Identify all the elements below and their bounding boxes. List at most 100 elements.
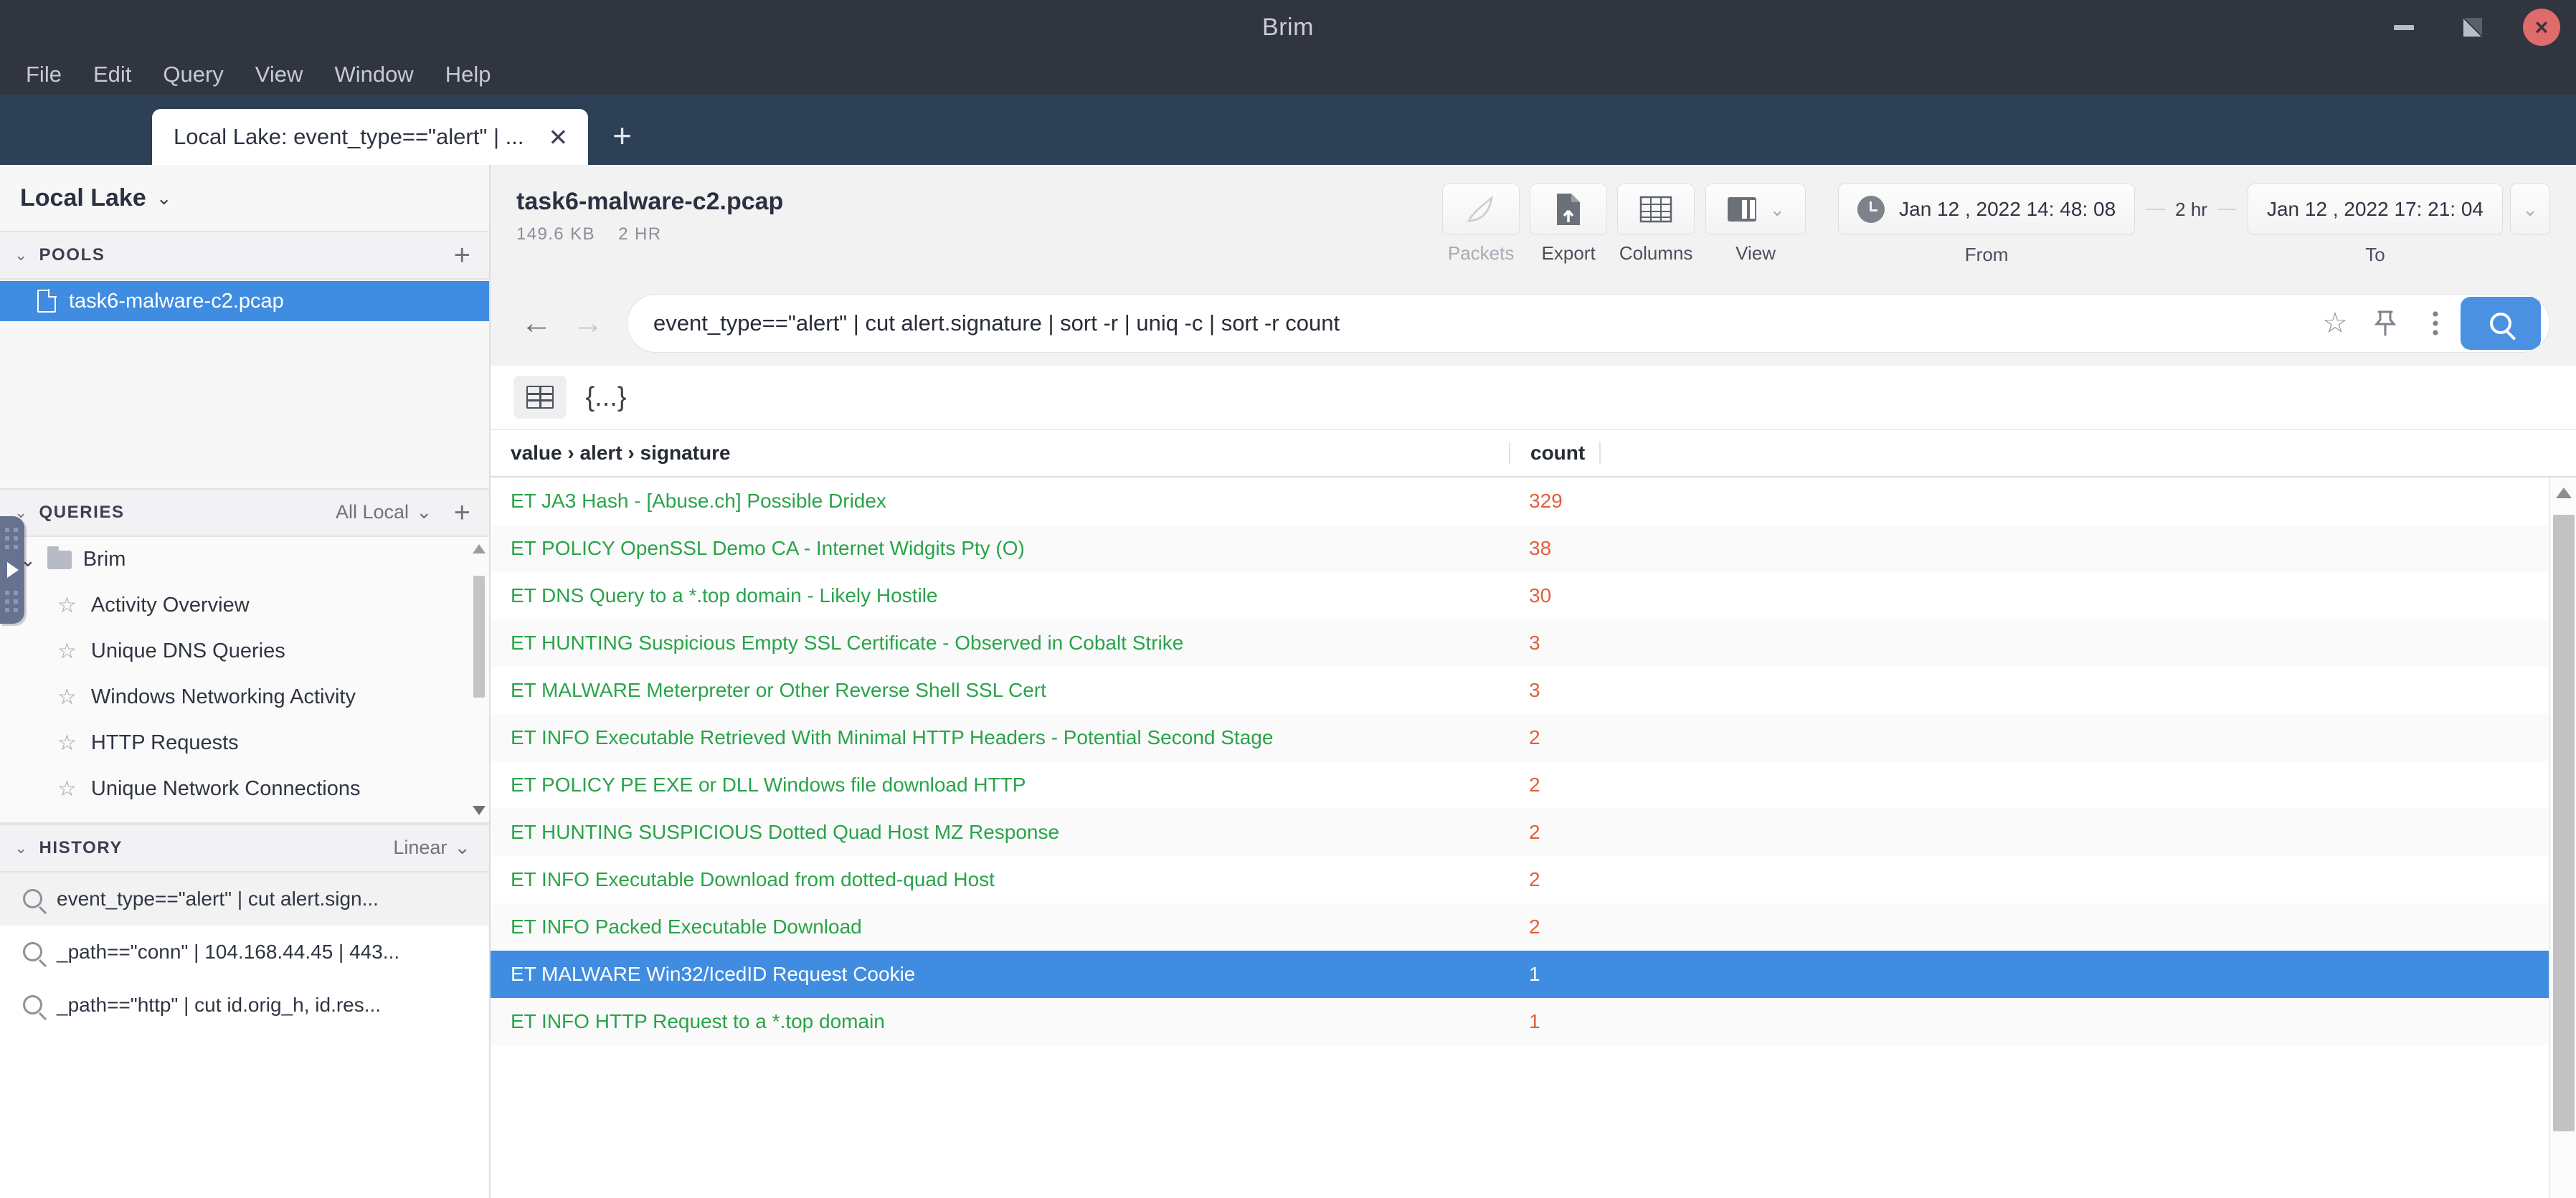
view-box[interactable]: ⌄ — [1705, 184, 1806, 235]
time-to-label: To — [2365, 244, 2385, 265]
column-header-count[interactable]: count — [1509, 442, 1601, 465]
view-button[interactable]: ⌄ View — [1702, 184, 1809, 265]
history-back-button[interactable]: ← — [511, 308, 562, 339]
results-scrollbar-thumb[interactable] — [2553, 515, 2575, 1131]
queries-scrollbar-thumb[interactable] — [473, 575, 485, 698]
history-mode-selector[interactable]: Linear ⌄ — [393, 837, 470, 859]
table-row[interactable]: ET INFO HTTP Request to a *.top domain 1 — [491, 998, 2576, 1045]
query-input-wrapper[interactable]: event_type=="alert" | cut alert.signatur… — [627, 294, 2550, 353]
queries-scrollbar-track[interactable] — [473, 543, 486, 817]
time-range-dropdown-button[interactable]: ⌄ — [2510, 184, 2550, 235]
table-row[interactable]: ET HUNTING SUSPICIOUS Dotted Quad Host M… — [491, 809, 2576, 856]
run-query-button[interactable] — [2461, 297, 2541, 350]
json-view-button[interactable]: {...} — [579, 376, 633, 419]
pools-section-title: POOLS — [39, 245, 105, 265]
pool-meta: 149.6 KB 2 HR — [516, 224, 1439, 244]
queries-folder-brim[interactable]: ⌄ Brim — [0, 537, 489, 583]
export-label: Export — [1541, 242, 1596, 264]
table-row[interactable]: ET POLICY PE EXE or DLL Windows file dow… — [491, 761, 2576, 809]
history-item-2[interactable]: _path=="http" | cut id.orig_h, id.res... — [0, 979, 489, 1032]
query-item-activity-overview[interactable]: ☆ Activity Overview — [0, 583, 489, 629]
export-button[interactable]: Export — [1527, 184, 1610, 265]
view-label: View — [1736, 242, 1776, 264]
star-icon: ☆ — [57, 731, 77, 755]
brim-app-window: Brim × File Edit Query View Window Help … — [0, 0, 2576, 1198]
close-button[interactable]: × — [2507, 0, 2576, 54]
table-row[interactable]: ET DNS Query to a *.top domain - Likely … — [491, 572, 2576, 619]
pool-size: 149.6 KB — [516, 224, 595, 244]
results-column-header: value › alert › signature count — [491, 430, 2576, 477]
scroll-down-icon[interactable] — [473, 805, 486, 815]
queries-scope-selector[interactable]: All Local ⌄ — [336, 501, 432, 523]
results-scrollbar[interactable] — [2549, 477, 2576, 1198]
sidebar-drag-handle[interactable] — [0, 516, 24, 624]
history-item-1[interactable]: _path=="conn" | 104.168.44.45 | 443... — [0, 926, 489, 979]
tab-close-icon[interactable]: ✕ — [544, 125, 572, 149]
scroll-up-icon[interactable] — [2556, 488, 2572, 498]
chevron-down-icon[interactable]: ⌄ — [1769, 200, 1785, 219]
title-bar: Brim × — [0, 0, 2576, 54]
queries-section-header[interactable]: ⌄ QUERIES All Local ⌄ + — [0, 488, 489, 537]
time-from-field[interactable]: Jan 12 , 2022 14: 48: 08 — [1838, 184, 2136, 235]
table-row[interactable]: ET POLICY OpenSSL Demo CA - Internet Wid… — [491, 525, 2576, 572]
packets-button[interactable]: Packets — [1439, 184, 1523, 265]
query-item-unique-network-connections[interactable]: ☆ Unique Network Connections — [0, 766, 489, 812]
minimize-button[interactable] — [2369, 0, 2438, 54]
table-view-button[interactable] — [513, 376, 567, 419]
menu-help[interactable]: Help — [430, 57, 507, 92]
menu-edit[interactable]: Edit — [77, 57, 147, 92]
tab-local-lake-query[interactable]: Local Lake: event_type=="alert" | ... ✕ — [152, 109, 589, 165]
table-row-selected[interactable]: ET MALWARE Win32/IcedID Request Cookie 1 — [491, 951, 2576, 998]
pool-item-task6-malware-c2[interactable]: task6-malware-c2.pcap — [0, 281, 489, 321]
pool-info: task6-malware-c2.pcap 149.6 KB 2 HR — [516, 184, 1439, 244]
table-row[interactable]: ET MALWARE Meterpreter or Other Reverse … — [491, 667, 2576, 714]
maximize-button[interactable] — [2438, 0, 2507, 54]
favorite-query-button[interactable]: ☆ — [2310, 309, 2360, 338]
menu-file[interactable]: File — [10, 57, 77, 92]
results-rows: ET JA3 Hash - [Abuse.ch] Possible Dridex… — [491, 477, 2576, 1198]
query-item-http-requests[interactable]: ☆ HTTP Requests — [0, 721, 489, 766]
time-from-label: From — [1964, 244, 2009, 265]
table-row[interactable]: ET HUNTING Suspicious Empty SSL Certific… — [491, 619, 2576, 667]
drag-dots-top — [5, 528, 19, 549]
query-item-windows-networking-activity[interactable]: ☆ Windows Networking Activity — [0, 675, 489, 721]
cell-count: 2 — [1529, 726, 1540, 748]
new-tab-button[interactable]: + — [588, 119, 656, 165]
pools-section-header[interactable]: ⌄ POOLS + — [0, 231, 489, 280]
menu-view[interactable]: View — [240, 57, 319, 92]
history-section-header[interactable]: ⌄ HISTORY Linear ⌄ — [0, 823, 489, 873]
expand-panel-icon[interactable] — [7, 562, 19, 578]
star-icon: ☆ — [57, 639, 77, 663]
table-row[interactable]: ET INFO Executable Retrieved With Minima… — [491, 714, 2576, 761]
pin-query-button[interactable] — [2360, 310, 2410, 337]
cell-count: 2 — [1529, 774, 1540, 796]
query-input[interactable]: event_type=="alert" | cut alert.signatur… — [653, 310, 2310, 336]
table-row[interactable]: ET INFO Executable Download from dotted-… — [491, 856, 2576, 903]
table-row[interactable]: ET INFO Packed Executable Download 2 — [491, 903, 2576, 951]
history-list: event_type=="alert" | cut alert.sign... … — [0, 872, 489, 1198]
table-columns-glyph — [1639, 196, 1672, 223]
column-header-signature[interactable]: value › alert › signature — [491, 442, 1509, 465]
scroll-up-icon[interactable] — [473, 543, 486, 553]
menu-query[interactable]: Query — [147, 57, 239, 92]
history-item-label: _path=="conn" | 104.168.44.45 | 443... — [57, 940, 400, 963]
table-row[interactable]: ET JA3 Hash - [Abuse.ch] Possible Dridex… — [491, 477, 2576, 525]
star-icon: ☆ — [57, 685, 77, 709]
query-item-unique-dns-queries[interactable]: ☆ Unique DNS Queries — [0, 629, 489, 675]
time-to-field[interactable]: Jan 12 , 2022 17: 21: 04 — [2247, 184, 2503, 235]
queries-scrollbar[interactable] — [473, 543, 486, 817]
query-options-button[interactable] — [2410, 309, 2461, 338]
queries-section-title: QUERIES — [39, 502, 125, 522]
time-from-column: Jan 12 , 2022 14: 48: 08 From — [1838, 184, 2136, 266]
columns-button[interactable]: Columns — [1614, 184, 1697, 265]
add-query-button[interactable]: + — [454, 498, 470, 527]
lake-selector[interactable]: Local Lake ⌄ — [0, 165, 489, 231]
shark-fin-glyph — [1467, 195, 1493, 222]
history-item-0[interactable]: event_type=="alert" | cut alert.sign... — [0, 872, 489, 926]
add-pool-button[interactable]: + — [454, 241, 470, 270]
window-title: Brim — [1262, 13, 1314, 41]
menu-window[interactable]: Window — [318, 57, 429, 92]
chevron-down-icon: ⌄ — [416, 501, 432, 523]
history-forward-button[interactable]: → — [562, 308, 614, 339]
packets-label: Packets — [1447, 242, 1515, 264]
